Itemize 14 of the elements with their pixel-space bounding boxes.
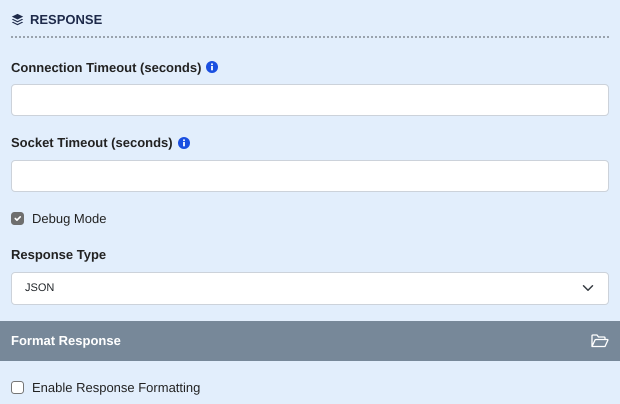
layers-icon — [11, 13, 24, 26]
folder-icon — [591, 334, 609, 348]
checkbox[interactable] — [11, 212, 24, 225]
panel-header[interactable]: Format Response — [0, 320, 620, 360]
input-field[interactable] — [11, 84, 609, 116]
checkbox[interactable] — [11, 380, 24, 394]
checkbox-label: Debug Mode — [32, 210, 106, 228]
section-title: RESPONSE — [30, 11, 102, 29]
field-label: Connection Timeout (seconds) — [11, 58, 202, 77]
checkbox-label: Enable Response Formatting — [32, 378, 200, 397]
input-field[interactable] — [11, 160, 609, 192]
field-label: Socket Timeout (seconds) — [11, 134, 173, 152]
select-dropdown[interactable]: JSON — [11, 272, 609, 304]
field-label: Response Type — [11, 246, 106, 264]
